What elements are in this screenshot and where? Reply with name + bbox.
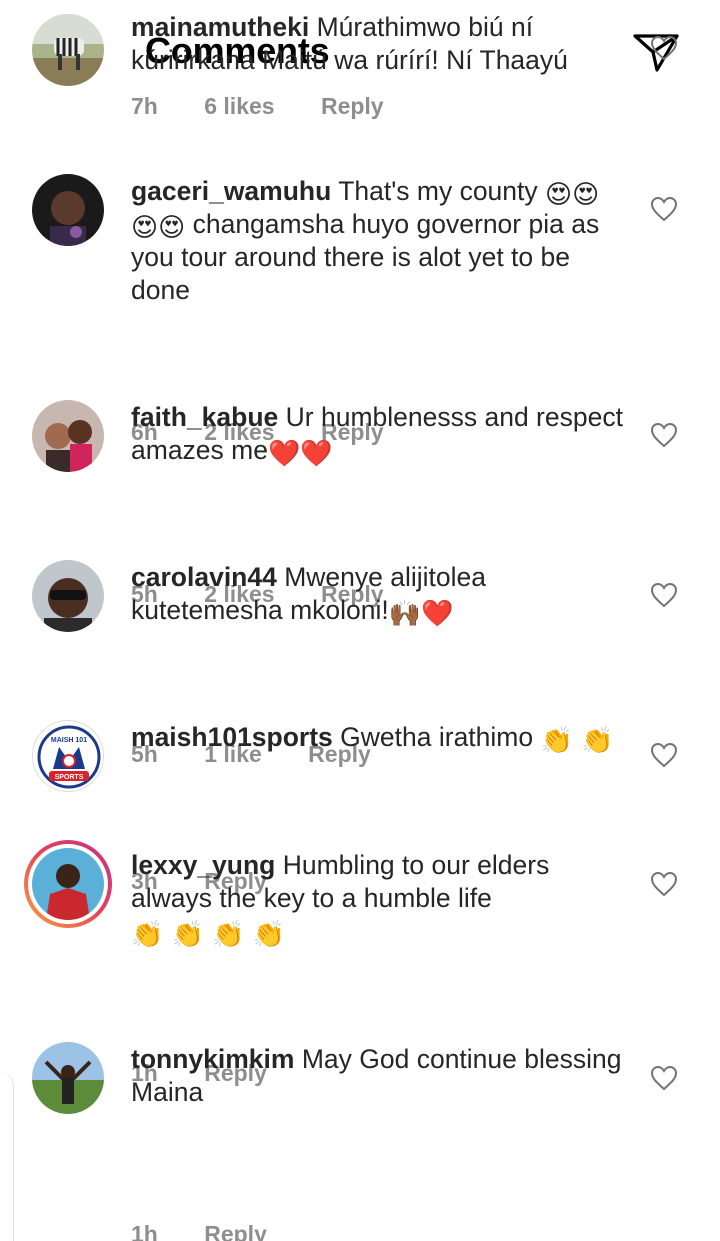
heart-icon[interactable] xyxy=(650,871,678,897)
heart-eyes-emoji: 😍😍 xyxy=(545,180,600,210)
comment-meta: 7h 6 likes Reply xyxy=(131,93,424,120)
heart-icon[interactable] xyxy=(650,742,678,768)
avatar[interactable] xyxy=(32,174,104,246)
comment-username[interactable]: faith_kabue xyxy=(131,402,278,432)
reply-button[interactable]: Reply xyxy=(204,1221,267,1241)
comment-message: Gwetha irathimo xyxy=(340,722,534,752)
comment-time: 7h xyxy=(131,93,158,119)
side-panel-edge xyxy=(0,1072,14,1241)
comment-username[interactable]: lexxy_yung xyxy=(131,850,275,880)
logo-text-bottom: SPORTS xyxy=(55,774,84,781)
comment-username[interactable]: tonnykimkim xyxy=(131,1044,294,1074)
avatar-photo xyxy=(32,560,104,632)
comment-username[interactable]: maish101sports xyxy=(131,722,333,752)
comment-text: mainamutheki Múrathimwo biú ní kúririrka… xyxy=(131,11,631,77)
clapping-hands-emoji: 👏 👏 👏 👏 xyxy=(131,920,286,950)
heart-icon[interactable] xyxy=(650,582,678,608)
heart-eyes-emoji: 😍😍 xyxy=(131,213,186,243)
comment-message: That's my county xyxy=(338,176,538,206)
heart-icon[interactable] xyxy=(650,35,678,61)
comment-text: lexxy_yung Humbling to our elders always… xyxy=(131,849,631,948)
comment-text: carolavin44 Mwenye alijitolea kutetemesh… xyxy=(131,561,631,627)
comment-text: tonnykimkim May God continue blessing Ma… xyxy=(131,1043,631,1109)
maish-sports-logo: MAISH 101 SPORTS xyxy=(33,721,103,791)
avatar-photo xyxy=(32,400,104,472)
comment-meta: 1h Reply xyxy=(131,1221,307,1241)
comment-text: faith_kabue Ur humblenesss and respect a… xyxy=(131,401,631,467)
heart-icon[interactable] xyxy=(650,196,678,222)
reply-button[interactable]: Reply xyxy=(321,93,384,119)
avatar-photo xyxy=(32,174,104,246)
comment-username[interactable]: mainamutheki xyxy=(131,12,309,42)
avatar[interactable] xyxy=(32,400,104,472)
comment-username[interactable]: gaceri_wamuhu xyxy=(131,176,331,206)
comment-likes[interactable]: 6 likes xyxy=(204,93,274,119)
raised-hands-heart-emoji: 🙌🏾❤️ xyxy=(388,599,454,629)
comment-message-continued: changamsha huyo governor pia as you tour… xyxy=(131,209,600,305)
comment-username[interactable]: carolavin44 xyxy=(131,562,277,592)
avatar[interactable] xyxy=(32,14,104,86)
avatar[interactable]: MAISH 101 SPORTS xyxy=(32,720,104,792)
avatar-photo xyxy=(32,1042,104,1114)
clapping-hands-emoji: 👏 👏 xyxy=(540,726,614,756)
comment-text: gaceri_wamuhu That's my county 😍😍 😍😍 cha… xyxy=(131,175,631,307)
avatar-photo-zebra xyxy=(32,14,104,86)
comment-time: 1h xyxy=(131,1221,158,1241)
avatar[interactable] xyxy=(32,560,104,632)
avatar-with-story-ring[interactable] xyxy=(24,840,112,928)
avatar-photo xyxy=(32,848,104,920)
red-heart-emoji: ❤️❤️ xyxy=(267,439,333,469)
comment-text: maish101sports Gwetha irathimo 👏 👏 xyxy=(131,721,631,754)
heart-icon[interactable] xyxy=(650,422,678,448)
avatar[interactable] xyxy=(32,1042,104,1114)
heart-icon[interactable] xyxy=(650,1065,678,1091)
logo-text-top: MAISH 101 xyxy=(51,737,87,744)
